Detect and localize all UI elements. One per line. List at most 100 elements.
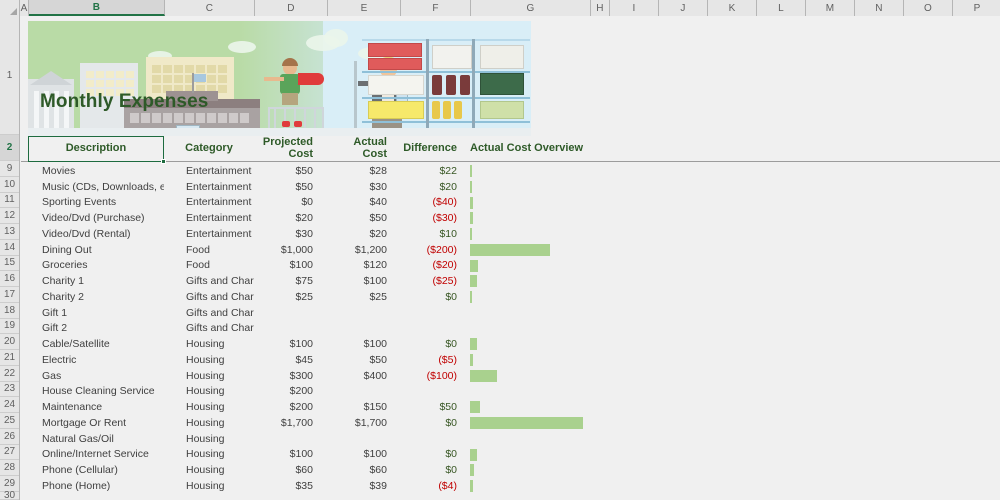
cell-category[interactable]: Gifts and Charity (164, 305, 254, 321)
cell-description[interactable]: Mortgage Or Rent (28, 415, 164, 431)
cell-difference[interactable] (400, 431, 470, 447)
column-header-n[interactable]: N (855, 0, 904, 16)
cell-description[interactable]: Phone (Home) (28, 478, 164, 494)
column-header-b[interactable]: B (29, 0, 165, 16)
cell-actual-cost-overview[interactable] (470, 212, 670, 225)
cell-actual[interactable]: $100 (327, 336, 400, 352)
cell-actual-cost-overview[interactable] (470, 259, 670, 272)
cell-actual-cost-overview[interactable] (470, 464, 670, 477)
cell-category[interactable]: Food (164, 242, 254, 258)
table-row[interactable]: Mortgage Or Rent Housing $1,700 $1,700 $0 (21, 415, 1000, 431)
column-header-f[interactable]: F (401, 0, 471, 16)
cell-projected[interactable] (254, 431, 327, 447)
cell-actual[interactable]: $39 (327, 478, 400, 494)
row-header-24[interactable]: 24 (0, 397, 19, 413)
row-header-gutter[interactable]: 1 2 9 10 11 12 13 14 15 16 17 18 19 20 21 22 23 24 25 26 27 2… (0, 16, 20, 500)
row-header-23[interactable]: 23 (0, 381, 19, 398)
cell-description[interactable]: Natural Gas/Oil (28, 431, 164, 447)
column-header-c[interactable]: C (165, 0, 255, 16)
column-header-h[interactable]: H (591, 0, 610, 16)
cell-difference[interactable]: $0 (400, 462, 470, 478)
row-header-22[interactable]: 22 (0, 365, 19, 382)
cell-projected[interactable]: $20 (254, 210, 327, 226)
cell-actual-cost-overview[interactable] (470, 369, 670, 382)
column-header-i[interactable]: I (610, 0, 659, 16)
cell-projected[interactable]: $0 (254, 195, 327, 211)
cell-actual[interactable]: $50 (327, 210, 400, 226)
column-header-k[interactable]: K (708, 0, 757, 16)
table-row[interactable]: Maintenance Housing $200 $150 $50 (21, 399, 1000, 415)
cell-projected[interactable]: $50 (254, 179, 327, 195)
row-header-18[interactable]: 18 (0, 302, 19, 319)
cell-difference[interactable] (400, 305, 470, 321)
cell-actual[interactable] (327, 384, 400, 400)
row-header-12[interactable]: 12 (0, 208, 19, 224)
cell-projected[interactable]: $1,700 (254, 415, 327, 431)
cell-description[interactable]: Groceries (28, 258, 164, 274)
table-row[interactable]: Phone (Cellular) Housing $60 $60 $0 (21, 462, 1000, 478)
cell-difference[interactable]: $0 (400, 447, 470, 463)
cell-difference[interactable]: ($30) (400, 210, 470, 226)
cell-projected[interactable]: $100 (254, 447, 327, 463)
cell-actual[interactable]: $120 (327, 258, 400, 274)
row-header-11[interactable]: 11 (0, 192, 19, 209)
column-header-o[interactable]: O (904, 0, 953, 16)
cell-category[interactable]: Housing (164, 447, 254, 463)
cell-actual[interactable]: $50 (327, 352, 400, 368)
row-header-13[interactable]: 13 (0, 224, 19, 240)
cell-difference[interactable]: ($20) (400, 258, 470, 274)
cell-difference[interactable] (400, 384, 470, 400)
cell-actual[interactable] (327, 431, 400, 447)
cell-actual-cost-overview[interactable] (470, 180, 670, 193)
cell-actual-cost-overview[interactable] (470, 338, 670, 351)
cell-projected[interactable]: $30 (254, 226, 327, 242)
cell-description[interactable]: Charity 1 (28, 273, 164, 289)
cell-difference[interactable]: ($4) (400, 478, 470, 494)
cell-actual-cost-overview[interactable] (470, 228, 670, 240)
cell-projected[interactable]: $60 (254, 462, 327, 478)
cell-category[interactable]: Housing (164, 368, 254, 384)
cell-projected[interactable]: $25 (254, 289, 327, 305)
cell-projected[interactable]: $200 (254, 384, 327, 400)
select-all-corner[interactable] (0, 0, 20, 16)
table-row[interactable]: Charity 1Gifts and Charity$75$100($25) (21, 273, 1000, 289)
column-header-p[interactable]: P (953, 0, 1000, 16)
cell-description[interactable]: Phone (Cellular) (28, 462, 164, 478)
cell-actual[interactable]: $28 (327, 163, 400, 179)
cell-category[interactable]: Gifts and Charity (164, 273, 254, 289)
table-row[interactable]: Sporting Events Entertainment $0 $40 ($40) (21, 195, 1000, 211)
cell-description[interactable]: Maintenance (28, 399, 164, 415)
cell-category[interactable]: Entertainment (164, 163, 254, 179)
cell-description[interactable]: Charity 2 (28, 289, 164, 305)
cell-description[interactable]: Electric (28, 352, 164, 368)
table-row[interactable]: Movies Entertainment $50 $28 $22 (21, 163, 1000, 179)
row-header-21[interactable]: 21 (0, 350, 19, 366)
table-row[interactable]: Dining Out Food $1,000 $1,200 ($200) (21, 242, 1000, 258)
cell-actual-cost-overview[interactable] (470, 291, 670, 303)
cell-difference[interactable]: ($100) (400, 368, 470, 384)
cell-category[interactable]: Entertainment (164, 195, 254, 211)
cell-category[interactable]: Entertainment (164, 226, 254, 242)
cell-difference[interactable]: ($25) (400, 273, 470, 289)
cell-projected[interactable]: $100 (254, 258, 327, 274)
cell-description[interactable]: Sporting Events (28, 195, 164, 211)
row-header-27[interactable]: 27 (0, 444, 19, 461)
cell-actual-cost-overview[interactable] (470, 401, 670, 414)
cell-actual-cost-overview[interactable] (470, 417, 670, 429)
sheet-canvas[interactable]: Monthly Expenses Description Category Proj… (21, 17, 1000, 500)
row-header-26[interactable]: 26 (0, 428, 19, 445)
row-header-14[interactable]: 14 (0, 239, 19, 256)
table-row[interactable]: Music (CDs, Downloads, etc.)Entertainmen… (21, 179, 1000, 195)
cell-category[interactable]: Gifts and Charity (164, 289, 254, 305)
table-row[interactable]: Gift 1Gifts and Charity (21, 305, 1000, 321)
cell-description[interactable]: Online/Internet Service (28, 447, 164, 463)
cell-projected[interactable]: $75 (254, 273, 327, 289)
table-row[interactable]: Video/Dvd (Purchase) Entertainment $20 $50(… (21, 210, 1000, 226)
cell-category[interactable]: Gifts and Charity (164, 321, 254, 337)
cell-actual[interactable]: $1,200 (327, 242, 400, 258)
table-row[interactable]: House Cleaning Service Housing $200 (21, 384, 1000, 400)
cell-description[interactable]: Gift 1 (28, 305, 164, 321)
cell-description[interactable]: Music (CDs, Downloads, etc.) (28, 179, 164, 195)
cell-difference[interactable]: ($40) (400, 195, 470, 211)
cell-actual-cost-overview[interactable] (470, 196, 670, 209)
